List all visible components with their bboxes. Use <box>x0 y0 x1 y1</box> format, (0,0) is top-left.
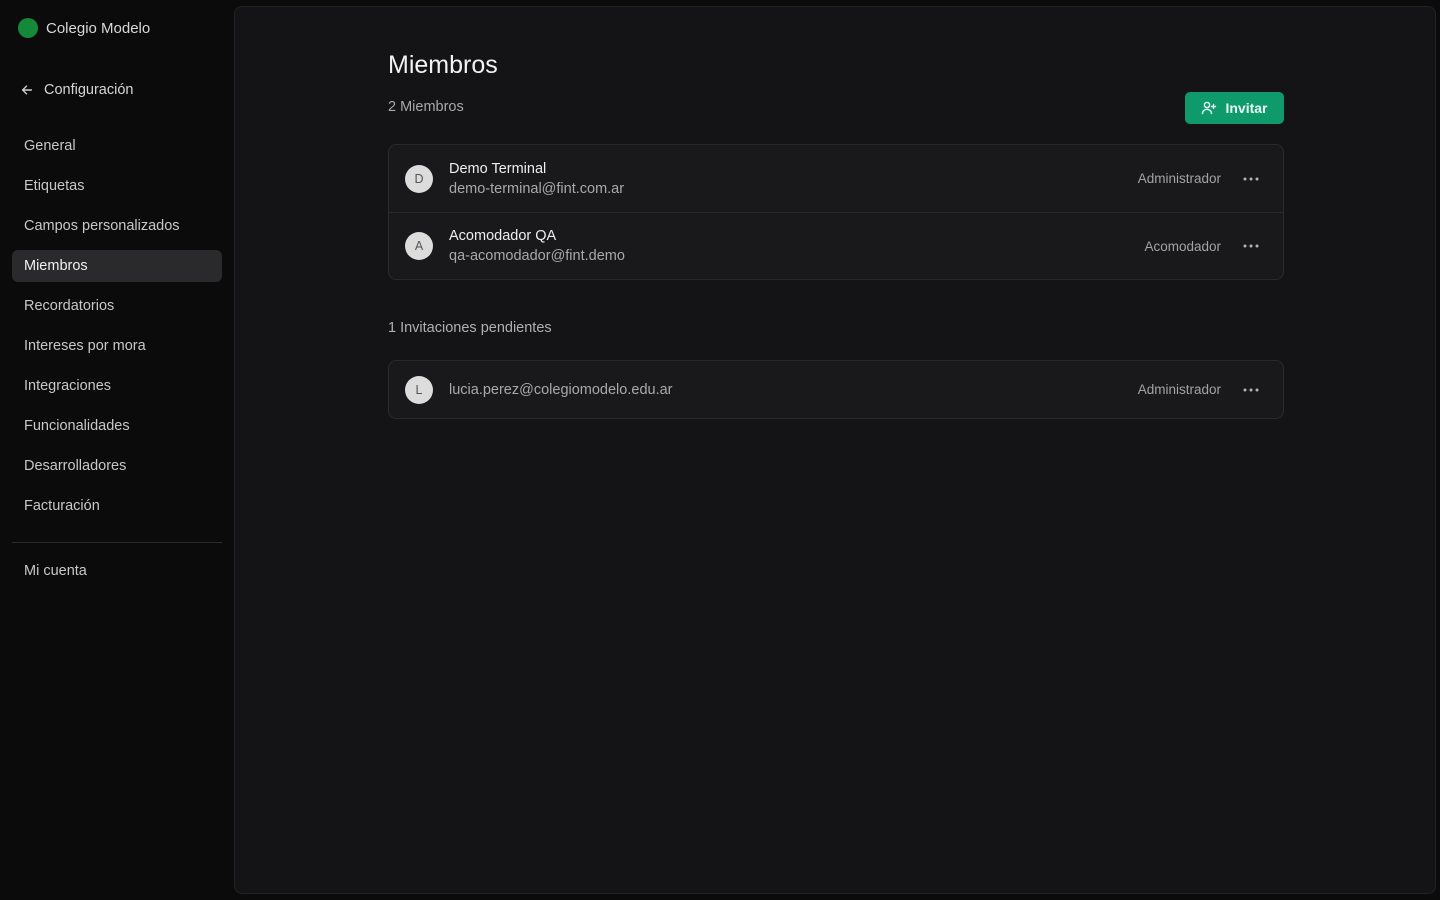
pending-invitations-list: L lucia.perez@colegiomodelo.edu.ar Admin… <box>388 360 1284 419</box>
sidebar-item-mi-cuenta[interactable]: Mi cuenta <box>12 555 222 587</box>
org-name: Colegio Modelo <box>46 19 151 37</box>
member-role: Administrador <box>1137 171 1221 186</box>
member-name: Acomodador QA <box>449 228 557 244</box>
invitation-email: lucia.perez@colegiomodelo.edu.ar <box>449 381 673 398</box>
sidebar-divider <box>12 542 222 543</box>
member-row: D Demo Terminal demo-terminal@fint.com.a… <box>389 145 1283 212</box>
user-plus-icon <box>1202 101 1217 115</box>
more-horizontal-icon <box>1243 388 1259 391</box>
sidebar-item-general[interactable]: General <box>12 130 222 162</box>
sidebar-item-desarrolladores[interactable]: Desarrolladores <box>12 450 222 482</box>
sidebar-item-label: Integraciones <box>24 378 112 394</box>
more-horizontal-icon <box>1243 244 1259 248</box>
sidebar-item-label: Intereses por mora <box>24 338 146 354</box>
main-panel: Miembros 2 Miembros Invitar D Demo Termi… <box>234 6 1436 894</box>
member-actions-button[interactable] <box>1239 167 1263 191</box>
member-row: A Acomodador QA qa-acomodador@fint.demo … <box>389 212 1283 279</box>
members-list: D Demo Terminal demo-terminal@fint.com.a… <box>388 144 1284 280</box>
sidebar: Colegio Modelo Configuración General Eti… <box>0 0 234 900</box>
back-to-settings-link[interactable]: Configuración <box>20 80 133 100</box>
sidebar-item-campos-personalizados[interactable]: Campos personalizados <box>12 210 222 242</box>
invite-button[interactable]: Invitar <box>1185 92 1284 124</box>
sidebar-item-label: General <box>24 138 76 154</box>
org-logo-icon <box>18 18 38 38</box>
avatar: D <box>405 164 433 193</box>
member-count: 2 Miembros <box>388 99 464 115</box>
arrow-left-icon <box>21 85 33 95</box>
settings-nav: General Etiquetas Campos personalizados … <box>12 130 222 530</box>
sidebar-item-label: Etiquetas <box>24 178 85 194</box>
sidebar-item-intereses-por-mora[interactable]: Intereses por mora <box>12 330 222 362</box>
app-root: Colegio Modelo Configuración General Eti… <box>0 0 1440 900</box>
pending-invitations-label: 1 Invitaciones pendientes <box>388 320 552 336</box>
invitation-actions-button[interactable] <box>1239 378 1263 402</box>
sidebar-item-etiquetas[interactable]: Etiquetas <box>12 170 222 202</box>
sidebar-item-label: Miembros <box>24 258 88 274</box>
member-email: demo-terminal@fint.com.ar <box>449 180 625 197</box>
sidebar-item-label: Campos personalizados <box>24 218 180 234</box>
sidebar-item-funcionalidades[interactable]: Funcionalidades <box>12 410 222 442</box>
sidebar-item-label: Facturación <box>24 498 100 514</box>
member-role: Acomodador <box>1144 238 1221 254</box>
sidebar-item-integraciones[interactable]: Integraciones <box>12 370 222 402</box>
member-actions-button[interactable] <box>1239 234 1263 258</box>
sidebar-item-label: Funcionalidades <box>24 418 130 434</box>
sidebar-item-recordatorios[interactable]: Recordatorios <box>12 290 222 322</box>
invitation-role: Administrador <box>1137 382 1221 397</box>
org-switcher[interactable]: Colegio Modelo <box>18 18 150 38</box>
more-horizontal-icon <box>1243 177 1259 180</box>
avatar: A <box>405 232 433 260</box>
invite-button-label: Invitar <box>1225 100 1268 116</box>
sidebar-item-label: Mi cuenta <box>24 563 87 579</box>
sidebar-item-label: Desarrolladores <box>24 458 127 474</box>
sidebar-item-label: Recordatorios <box>24 298 115 314</box>
sidebar-item-miembros[interactable]: Miembros <box>12 250 222 282</box>
back-link-label: Configuración <box>44 82 134 98</box>
invitation-row: L lucia.perez@colegiomodelo.edu.ar Admin… <box>389 361 1283 418</box>
sidebar-item-facturacion[interactable]: Facturación <box>12 490 222 522</box>
avatar: L <box>405 375 433 404</box>
member-email: qa-acomodador@fint.demo <box>449 248 625 264</box>
member-name: Demo Terminal <box>449 160 547 177</box>
page-title: Miembros <box>388 51 498 79</box>
